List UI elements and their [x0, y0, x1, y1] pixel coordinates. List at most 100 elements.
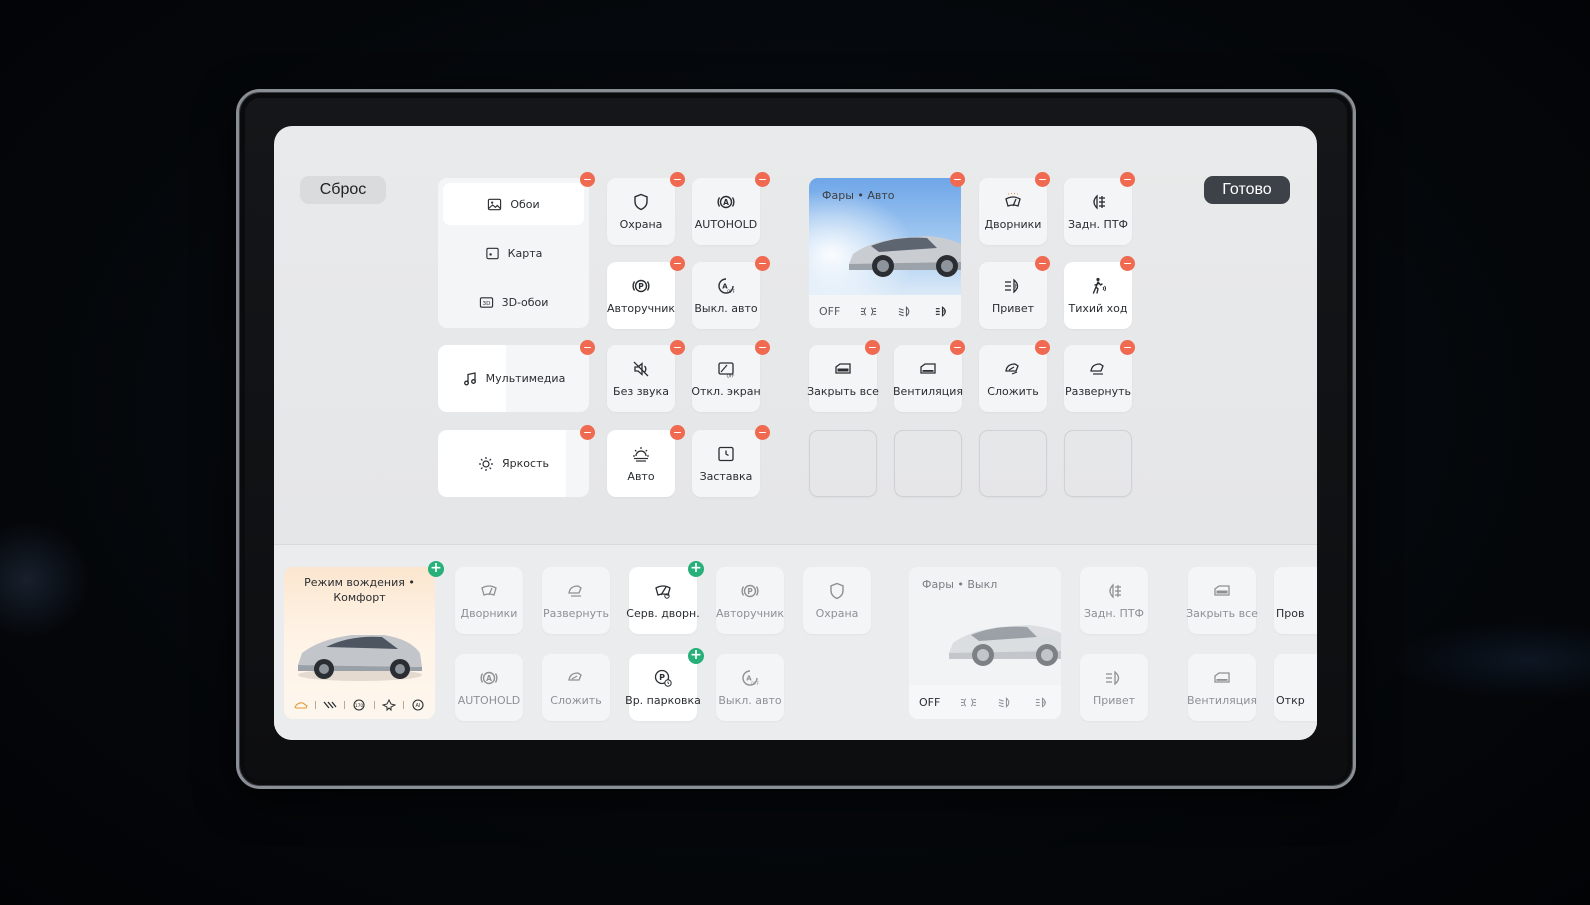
- greeting-available-tile[interactable]: Привет: [1080, 654, 1148, 721]
- remove-badge[interactable]: [755, 425, 770, 440]
- tile-label: Сложить: [987, 385, 1039, 398]
- ventilation-tile[interactable]: Вентиляция: [893, 345, 963, 412]
- menu-item-wallpaper[interactable]: Обои: [443, 183, 584, 225]
- done-button[interactable]: Готово: [1204, 176, 1290, 204]
- multimedia-label: Мультимедиа: [485, 372, 566, 385]
- drive-mode-title: Режим вождения • Комфорт: [284, 575, 435, 605]
- display-menu-card[interactable]: Обои Карта 3D 3D-обои: [438, 178, 589, 328]
- mute-tile[interactable]: Без звука: [607, 345, 675, 412]
- tile-label: Авто: [627, 470, 655, 483]
- empty-slot[interactable]: [979, 430, 1047, 497]
- ai-mode-icon[interactable]: AI: [411, 699, 425, 711]
- wipers-tile[interactable]: Дворники: [979, 178, 1047, 245]
- headlight-off-option[interactable]: OFF: [819, 305, 840, 318]
- security-tile[interactable]: Охрана: [607, 178, 675, 245]
- auto-headlight-icon[interactable]: A: [1034, 696, 1051, 709]
- auto-brightness-tile[interactable]: Авто: [607, 430, 675, 497]
- remove-badge[interactable]: [580, 340, 595, 355]
- auto-off-tile[interactable]: A OFF Выкл. авто: [692, 262, 760, 329]
- check-partial-tile[interactable]: Пров: [1274, 567, 1317, 634]
- rear-fog-light-icon: [1093, 194, 1105, 210]
- remove-badge[interactable]: [670, 256, 685, 271]
- autohold-available-tile[interactable]: A AUTOHOLD: [455, 654, 523, 721]
- rear-fog-tile[interactable]: Задн. ПТФ: [1064, 178, 1132, 245]
- add-badge[interactable]: +: [428, 561, 444, 577]
- low-beam-icon[interactable]: [997, 696, 1014, 709]
- remove-badge[interactable]: [1120, 256, 1135, 271]
- headlights-card[interactable]: Фары • Авто OFF A: [809, 178, 961, 328]
- unfold-mirrors-tile[interactable]: Развернуть: [1064, 345, 1132, 412]
- close-all-tile[interactable]: Закрыть все: [807, 345, 879, 412]
- window-vent-icon: [1214, 672, 1230, 683]
- svg-text:P: P: [747, 587, 753, 596]
- sport-mode-icon[interactable]: [323, 699, 337, 711]
- menu-item-3d-wallpaper[interactable]: 3D 3D-обои: [443, 281, 584, 323]
- empty-slot[interactable]: [894, 430, 962, 497]
- tile-label: Пров: [1276, 607, 1305, 620]
- fold-mirrors-tile[interactable]: Сложить: [979, 345, 1047, 412]
- service-wipers-tile[interactable]: Серв. дворн.: [626, 567, 700, 634]
- handbrake-tile[interactable]: P Авторучник: [607, 262, 675, 329]
- screensaver-tile[interactable]: Заставка: [692, 430, 760, 497]
- headlights-available-card[interactable]: Фары • Выкл OFF A: [909, 567, 1061, 719]
- remove-badge[interactable]: [670, 340, 685, 355]
- svg-text:OFF: OFF: [727, 374, 735, 379]
- remove-badge[interactable]: [755, 172, 770, 187]
- remove-badge[interactable]: [1035, 172, 1050, 187]
- empty-slot[interactable]: [1064, 430, 1132, 497]
- remove-badge[interactable]: [670, 172, 685, 187]
- remove-badge[interactable]: [1120, 172, 1135, 187]
- range-mode-icon[interactable]: 170: [352, 699, 366, 711]
- remove-badge[interactable]: [580, 172, 595, 187]
- 3d-icon: 3D: [479, 296, 493, 308]
- eco-mode-icon[interactable]: [293, 699, 308, 711]
- remove-badge[interactable]: [1120, 340, 1135, 355]
- remove-badge[interactable]: [1035, 340, 1050, 355]
- tile-label: Охрана: [815, 607, 859, 620]
- ambient-glow-left: [0, 520, 90, 640]
- wipers-available-tile[interactable]: Дворники: [455, 567, 523, 634]
- remove-badge[interactable]: [580, 425, 595, 440]
- temporary-parking-icon: P: [654, 669, 672, 687]
- low-beam-icon[interactable]: [897, 305, 914, 318]
- drive-mode-card[interactable]: Режим вождения • Комфорт 170 AI: [284, 567, 435, 719]
- headlights-state: Авто: [867, 189, 895, 202]
- unfold-available-tile[interactable]: Развернуть: [542, 567, 610, 634]
- parking-lights-icon[interactable]: [960, 696, 977, 709]
- open-partial-tile[interactable]: Откр: [1274, 654, 1317, 721]
- handbrake-available-tile[interactable]: P Авторучник: [716, 567, 784, 634]
- window-close-icon: [835, 363, 851, 374]
- menu-item-map[interactable]: Карта: [443, 232, 584, 274]
- reset-button[interactable]: Сброс: [300, 176, 386, 204]
- headlight-off-option[interactable]: OFF: [919, 696, 940, 709]
- tile-label: Привет: [1092, 694, 1136, 707]
- security-available-tile[interactable]: Охрана: [803, 567, 871, 634]
- autohold-tile[interactable]: A AUTOHOLD: [692, 178, 760, 245]
- custom-mode-icon[interactable]: [381, 699, 396, 711]
- fold-available-tile[interactable]: Сложить: [542, 654, 610, 721]
- remove-badge[interactable]: [755, 256, 770, 271]
- temp-parking-tile[interactable]: P Вр. парковка: [625, 654, 701, 721]
- add-badge[interactable]: +: [688, 561, 704, 577]
- parking-lights-icon[interactable]: [860, 305, 877, 318]
- remove-badge[interactable]: [950, 340, 965, 355]
- remove-badge[interactable]: [950, 172, 965, 187]
- remove-badge[interactable]: [865, 340, 880, 355]
- remove-badge[interactable]: [1035, 256, 1050, 271]
- remove-badge[interactable]: [670, 425, 685, 440]
- remove-badge[interactable]: [755, 340, 770, 355]
- close-all-available-tile[interactable]: Закрыть все: [1186, 567, 1258, 634]
- screen-off-tile[interactable]: OFF Откл. экран: [691, 345, 761, 412]
- multimedia-volume-slider[interactable]: Мультимедиа: [438, 345, 589, 412]
- empty-slot[interactable]: [809, 430, 877, 497]
- rear-fog-available-tile[interactable]: Задн. ПТФ: [1080, 567, 1148, 634]
- quiet-mode-tile[interactable]: Тихий ход: [1064, 262, 1132, 329]
- brightness-slider[interactable]: Яркость: [438, 430, 589, 497]
- tile-label: Серв. дворн.: [626, 607, 700, 620]
- auto-off-available-tile[interactable]: A OFF Выкл. авто: [716, 654, 784, 721]
- greeting-tile[interactable]: h Привет: [979, 262, 1047, 329]
- tile-label: Закрыть все: [1186, 607, 1258, 620]
- ventilation-available-tile[interactable]: Вентиляция: [1187, 654, 1257, 721]
- add-badge[interactable]: +: [688, 648, 704, 664]
- auto-headlight-icon[interactable]: A: [934, 305, 951, 318]
